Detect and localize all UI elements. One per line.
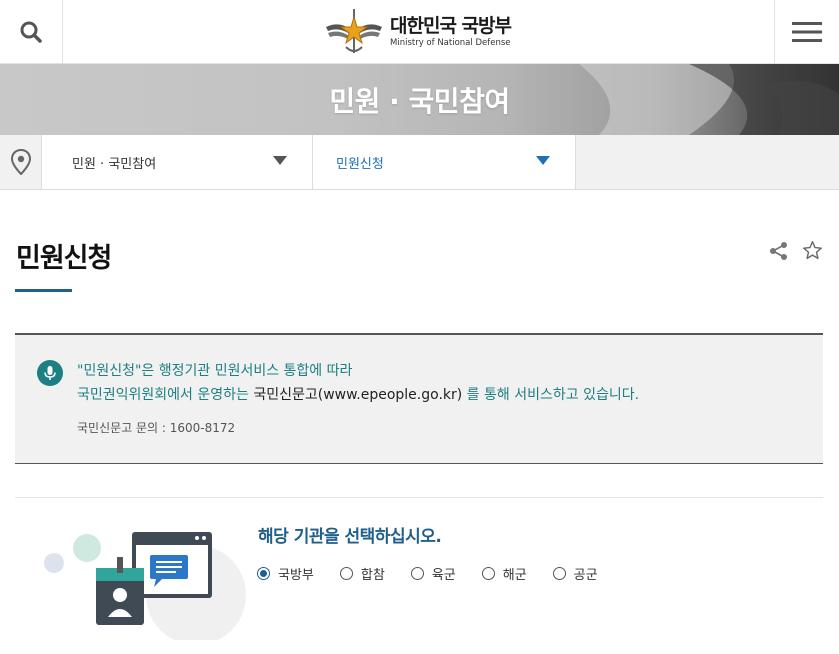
location-depth2-label: 민원신청	[336, 156, 384, 172]
radio-button[interactable]	[552, 567, 566, 580]
radio-label: 합참	[360, 568, 385, 583]
star-icon[interactable]	[802, 240, 823, 261]
page-title: 민원신청	[16, 243, 112, 274]
ministry-emblem-icon	[326, 9, 382, 53]
logo-korean-text: 대한민국 국방부	[390, 14, 512, 37]
section-banner: 민원 · 국민참여	[0, 64, 839, 135]
site-logo[interactable]: 대한민국 국방부 Ministry of National Defense	[324, 6, 512, 58]
radio-agency-mnd[interactable]: 국방부	[257, 564, 314, 583]
site-header: 대한민국 국방부 Ministry of National Defense	[0, 0, 839, 64]
radio-agency-jcs[interactable]: 합참	[339, 564, 385, 583]
search-icon	[20, 21, 42, 43]
radio-button[interactable]	[410, 567, 424, 580]
section-divider	[15, 497, 823, 498]
notice-line1: "민원신청"은 행정기관 민원서비스 통합에 따라	[77, 363, 353, 379]
location-depth2-select[interactable]: 민원신청	[312, 135, 576, 189]
location-home	[0, 135, 41, 189]
radio-label: 공군	[573, 568, 598, 583]
radio-label: 육군	[431, 568, 456, 583]
civil-petition-illustration	[44, 532, 246, 640]
radio-agency-navy[interactable]: 해군	[481, 564, 527, 583]
location-pin-icon	[10, 149, 31, 175]
banner-title: 민원 · 국민참여	[329, 84, 510, 118]
notice-line2: 국민권익위원회에서 운영하는 국민신문고(www.epeople.go.kr) …	[77, 384, 639, 404]
chevron-down-icon	[536, 156, 550, 165]
notice-box: "민원신청"은 행정기관 민원서비스 통합에 따라 국민권익위원회에서 운영하는…	[15, 333, 823, 464]
share-icon[interactable]	[769, 241, 789, 261]
location-depth1-select[interactable]: 민원 · 국민참여	[41, 135, 312, 189]
notice-line2-c: 를 통해 서비스하고 있습니다.	[462, 387, 640, 403]
radio-agency-airforce[interactable]: 공군	[552, 564, 598, 583]
location-bar: 민원 · 국민참여 민원신청	[0, 135, 839, 190]
radio-label: 해군	[502, 568, 527, 583]
radio-label: 국방부	[278, 568, 314, 583]
epeople-link[interactable]: 국민신문고(www.epeople.go.kr)	[253, 387, 462, 403]
search-button[interactable]	[0, 0, 63, 64]
agency-select-title: 해당 기관을 선택하십시오.	[258, 527, 442, 547]
location-depth1-label: 민원 · 국민참여	[72, 156, 157, 172]
notice-badge	[37, 360, 63, 386]
chevron-down-icon	[273, 156, 287, 165]
radio-button[interactable]	[339, 567, 353, 580]
radio-button[interactable]	[257, 567, 270, 580]
hamburger-menu-icon	[792, 22, 822, 42]
menu-button[interactable]	[774, 0, 839, 64]
agency-radio-group: 국방부 합참 육군 해군 공군	[257, 564, 624, 583]
notice-line2-a: 국민권익위원회에서 운영하는	[77, 387, 254, 403]
logo-english-text: Ministry of National Defense	[390, 37, 511, 48]
notice-contact: 국민신문고 문의 : 1600-8172	[77, 421, 236, 435]
microphone-icon	[44, 366, 56, 380]
title-underline	[15, 289, 72, 292]
radio-button[interactable]	[481, 567, 495, 580]
radio-agency-army[interactable]: 육군	[410, 564, 456, 583]
